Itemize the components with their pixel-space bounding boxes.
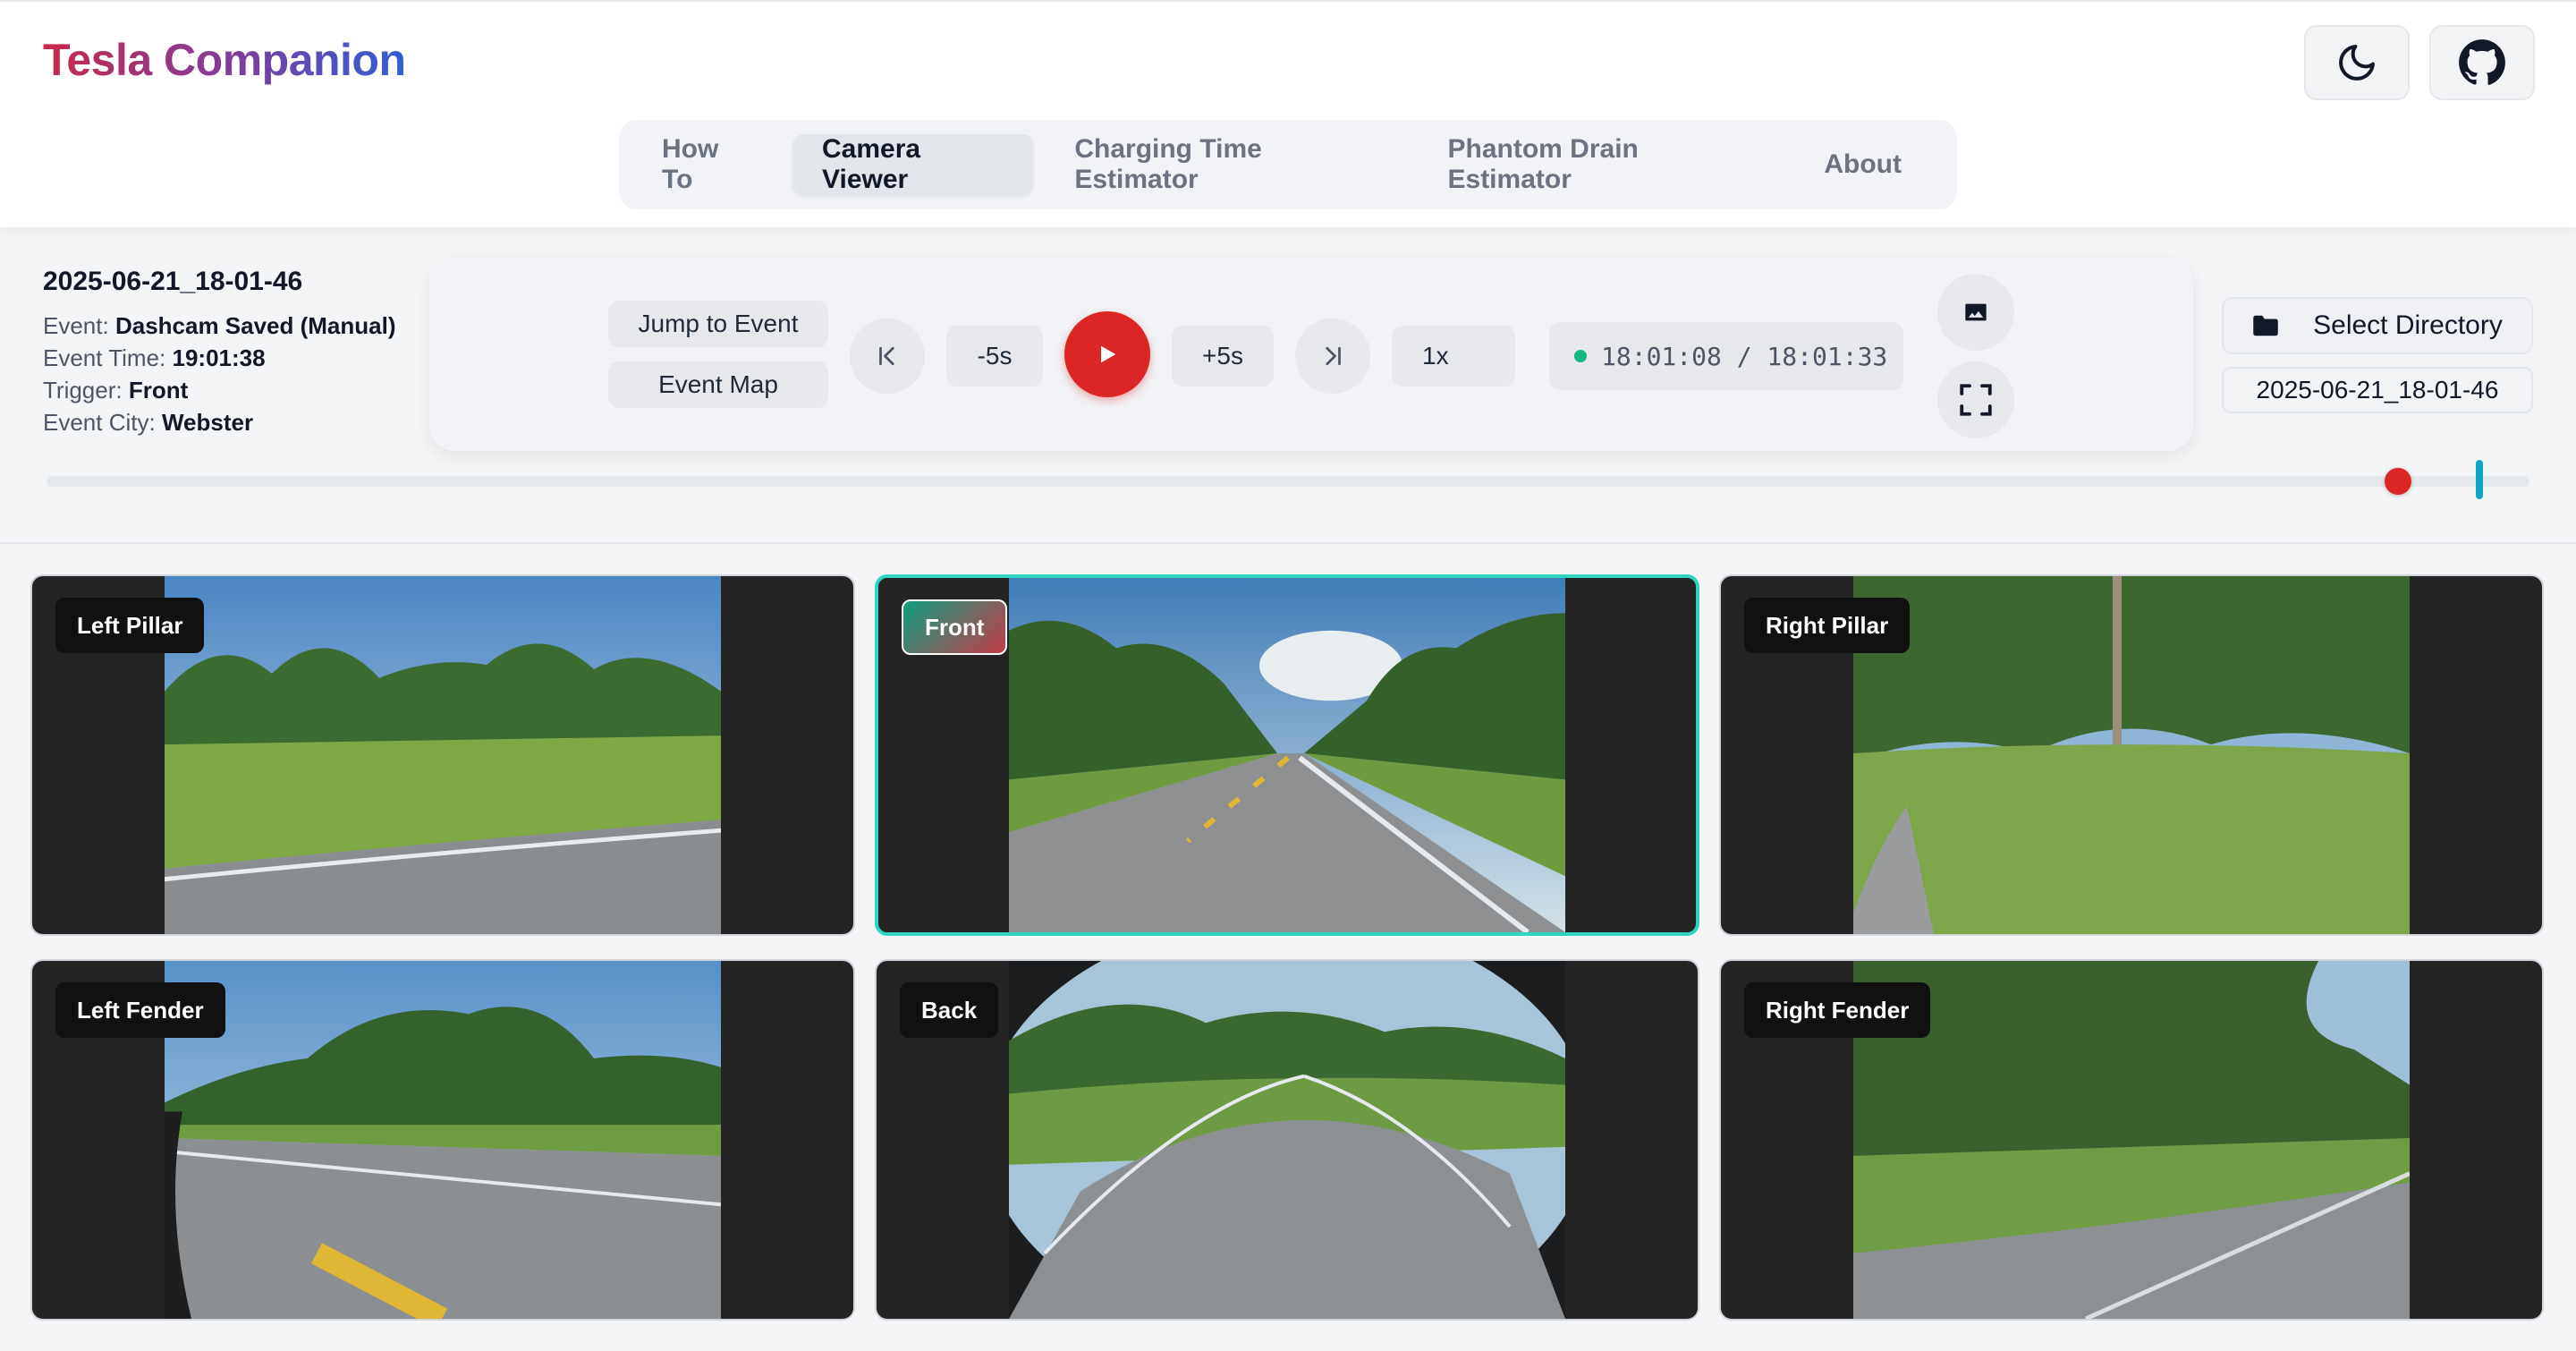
theme-toggle-button[interactable] [2304, 25, 2410, 100]
camera-label: Right Fender [1744, 982, 1931, 1038]
front-video [1009, 578, 1565, 932]
status-dot [1574, 350, 1587, 362]
event-type-value: Dashcam Saved (Manual) [114, 312, 396, 339]
camera-label: Left Pillar [55, 598, 205, 653]
tab-about[interactable]: About [1795, 134, 1930, 195]
playback-controls: Jump to Event Event Map -5s +5s 1x 18:01… [429, 258, 2193, 451]
event-marker [2476, 460, 2484, 499]
back-video [1009, 961, 1565, 1319]
main-nav: How To Camera Viewer Charging Time Estim… [619, 120, 1957, 209]
camera-label: Back [900, 982, 999, 1038]
play-button[interactable] [1064, 311, 1150, 397]
fullscreen-icon [1960, 384, 1992, 416]
time-display: 18:01:08 / 18:01:33 [1549, 322, 1903, 390]
github-button[interactable] [2429, 25, 2535, 100]
tab-phantom-drain-estimator[interactable]: Phantom Drain Estimator [1419, 134, 1784, 195]
select-directory-button[interactable]: Select Directory [2222, 297, 2533, 354]
camera-tile-left-fender[interactable]: Left Fender [30, 959, 855, 1321]
github-icon [2459, 39, 2505, 85]
camera-label: Right Pillar [1744, 598, 1911, 653]
app-title[interactable]: Tesla Companion [43, 34, 406, 86]
event-type-row: Event: Dashcam Saved (Manual) [43, 310, 396, 342]
event-map-button[interactable]: Event Map [608, 361, 828, 408]
event-title: 2025-06-21_18-01-46 [43, 267, 303, 296]
event-trigger-value: Front [128, 377, 189, 404]
timeline-track[interactable] [47, 460, 2529, 499]
jump-to-event-button[interactable]: Jump to Event [608, 301, 828, 347]
right-pillar-video [1853, 576, 2410, 934]
rewind-5s-button[interactable]: -5s [946, 326, 1043, 387]
camera-tile-left-pillar[interactable]: Left Pillar [30, 574, 855, 936]
skip-end-button[interactable] [1295, 319, 1370, 394]
camera-label: Front [902, 599, 1008, 655]
event-time-value: 19:01:38 [172, 344, 266, 371]
folder-icon [2253, 315, 2278, 336]
skip-forward-icon [1326, 346, 1341, 366]
screenshot-button[interactable] [1937, 274, 2014, 351]
timeline-playhead[interactable] [2384, 468, 2411, 495]
camera-tile-front[interactable]: Front [875, 574, 1699, 936]
current-directory: 2025-06-21_18-01-46 [2222, 367, 2533, 413]
tab-how-to[interactable]: How To [633, 134, 781, 195]
event-info-panel: 2025-06-21_18-01-46 Event: Dashcam Saved… [43, 267, 396, 438]
left-pillar-video [165, 576, 721, 934]
right-fender-video [1853, 961, 2410, 1319]
skip-start-button[interactable] [850, 319, 925, 394]
event-trigger-row: Trigger: Front [43, 374, 396, 406]
event-type-key: Event: [43, 312, 109, 339]
left-fender-video [165, 961, 721, 1319]
event-city-key: Event City: [43, 409, 156, 436]
event-time-key: Event Time: [43, 344, 166, 371]
tab-camera-viewer[interactable]: Camera Viewer [793, 134, 1034, 195]
moon-icon [2339, 45, 2375, 81]
camera-label: Left Fender [55, 982, 225, 1038]
forward-5s-button[interactable]: +5s [1172, 326, 1274, 387]
camera-tile-back[interactable]: Back [875, 959, 1699, 1321]
image-icon [1965, 303, 1987, 321]
camera-tile-right-fender[interactable]: Right Fender [1719, 959, 2544, 1321]
event-city-value: Webster [161, 409, 254, 436]
app-header: Tesla Companion How To Camera Viewer Cha… [0, 0, 2576, 227]
time-readout: 18:01:08 / 18:01:33 [1601, 341, 1888, 371]
event-time-row: Event Time: 19:01:38 [43, 342, 396, 374]
event-trigger-key: Trigger: [43, 377, 123, 404]
skip-back-icon [879, 346, 894, 366]
select-directory-label: Select Directory [2313, 310, 2503, 340]
fullscreen-button[interactable] [1937, 361, 2014, 438]
play-icon [1101, 345, 1116, 363]
event-city-row: Event City: Webster [43, 406, 396, 438]
playback-speed-button[interactable]: 1x [1392, 326, 1515, 387]
camera-tile-right-pillar[interactable]: Right Pillar [1719, 574, 2544, 936]
section-divider [0, 542, 2576, 544]
tab-charging-time-estimator[interactable]: Charging Time Estimator [1046, 134, 1406, 195]
